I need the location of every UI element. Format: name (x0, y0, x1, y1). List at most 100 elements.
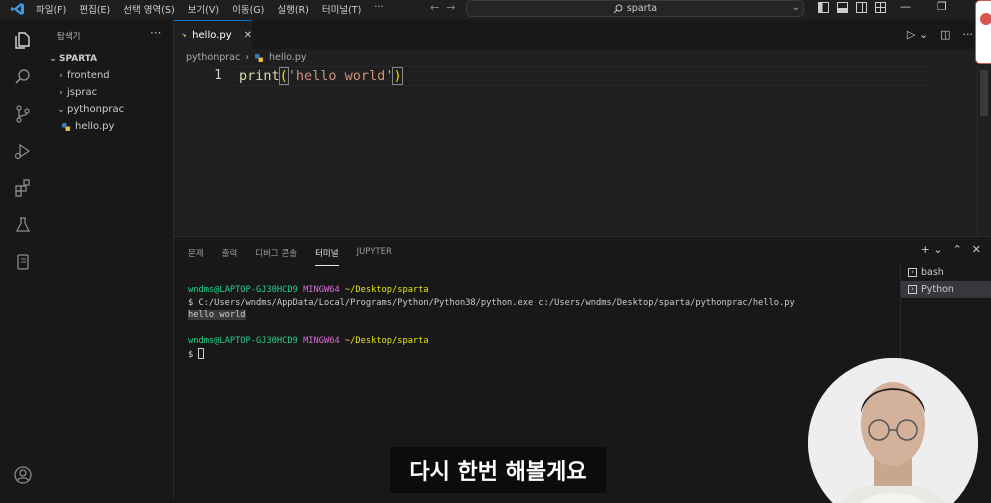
chevron-right-icon: › (245, 52, 250, 63)
tab-hello-py[interactable]: hello.py ✕ (174, 20, 252, 49)
terminal-path: ~/Desktop/sparta (344, 285, 429, 295)
vscode-logo-icon (0, 0, 36, 18)
extensions-icon[interactable] (12, 177, 34, 199)
terminal-item-label: Python (921, 284, 954, 295)
command-center[interactable]: sparta ⌄ (466, 0, 804, 17)
editor-scrollbar[interactable] (977, 66, 991, 236)
jupyter-notebook-icon[interactable] (12, 251, 34, 273)
tree-item-jsprac[interactable]: › jsprac (44, 84, 174, 101)
breadcrumb-folder[interactable]: pythonprac (186, 52, 240, 63)
tree-item-label: pythonprac (67, 104, 125, 115)
back-arrow-icon[interactable]: ← (430, 1, 446, 14)
run-python-icon[interactable]: ▷ ⌄ (907, 28, 928, 41)
tree-item-label: frontend (67, 70, 110, 81)
editor-tab-bar: hello.py ✕ ▷ ⌄ ◫ ··· (174, 20, 991, 49)
tree-item-pythonprac[interactable]: ⌄ pythonprac (44, 101, 174, 118)
code-paren-close: ) (392, 67, 403, 85)
menu-selection[interactable]: 선택 영역(S) (123, 2, 174, 16)
terminal-output[interactable]: wndms@LAPTOP-GJ30HCD9 MINGW64 ~/Desktop/… (188, 284, 795, 361)
maximize-panel-icon[interactable]: ⌃ (953, 243, 962, 256)
terminal-program-output: hello world (188, 310, 246, 321)
menu-terminal[interactable]: 터미널(T) (322, 2, 361, 16)
source-control-icon[interactable] (12, 103, 34, 125)
code-editor[interactable]: 1 print('hello world') (174, 66, 991, 236)
tree-item-label: jsprac (67, 87, 98, 98)
terminal-item-python[interactable]: › Python (901, 281, 991, 298)
window-controls: — ❐ (900, 0, 947, 13)
breadcrumb-file[interactable]: hello.py (269, 52, 306, 63)
minimize-icon[interactable]: — (900, 0, 911, 13)
restore-icon[interactable]: ❐ (937, 0, 947, 13)
line-number: 1 (214, 68, 222, 83)
search-icon (613, 4, 623, 13)
menu-edit[interactable]: 편집(E) (79, 2, 110, 16)
code-string: 'hello world' (287, 68, 394, 84)
menu-more[interactable]: ··· (374, 2, 383, 16)
testing-flask-icon[interactable] (12, 214, 34, 236)
terminal-icon: › (908, 268, 917, 277)
sidebar-bottom (44, 499, 174, 503)
tree-root-sparta[interactable]: ⌄ SPARTA (44, 50, 174, 67)
terminal-prompt-char: $ (188, 349, 194, 360)
tree-root-label: SPARTA (59, 53, 98, 64)
explorer-icon[interactable] (12, 29, 34, 51)
terminal-user: wndms@LAPTOP-GJ30HCD9 (188, 335, 298, 346)
terminal-system: MINGW64 (303, 335, 340, 346)
search-icon[interactable] (12, 66, 34, 88)
explorer-sidebar: 탐색기 ··· ⌄ SPARTA › frontend › jsprac ⌄ p… (44, 20, 174, 503)
layout-controls (818, 2, 886, 13)
run-debug-icon[interactable] (12, 140, 34, 162)
terminal-item-label: bash (921, 267, 944, 278)
panel-actions: + ⌄ ⌃ ✕ (921, 243, 981, 256)
sidebar-title: 탐색기 (57, 32, 81, 42)
toggle-panel-icon[interactable] (837, 2, 848, 13)
split-editor-icon[interactable]: ◫ (940, 28, 950, 41)
menu-view[interactable]: 보기(V) (188, 2, 219, 16)
menu-file[interactable]: 파일(F) (36, 2, 66, 16)
tab-terminal[interactable]: 터미널 (315, 247, 339, 266)
breadcrumb: pythonprac › hello.py (174, 49, 991, 66)
menu-go[interactable]: 이동(G) (232, 2, 264, 16)
chevron-right-icon: › (59, 70, 63, 81)
more-actions-icon[interactable]: ··· (150, 26, 161, 40)
python-file-icon (62, 122, 70, 131)
customize-layout-icon[interactable] (875, 2, 886, 13)
chevron-down-icon[interactable]: ⌄ (792, 2, 800, 13)
code-paren-open: ( (278, 67, 289, 85)
account-icon[interactable] (12, 464, 34, 486)
terminal-cursor (198, 347, 205, 359)
python-file-icon (182, 33, 186, 37)
toggle-secondary-sidebar-icon[interactable] (856, 2, 867, 13)
menu-run[interactable]: 실행(R) (277, 2, 309, 16)
code-line[interactable]: print('hello world') (239, 67, 403, 85)
forward-arrow-icon[interactable]: → (446, 1, 462, 14)
panel-tabs: 문제 출력 디버그 콘솔 터미널 JUPYTER (188, 247, 392, 266)
video-subtitle: 다시 한번 해볼게요 (390, 447, 606, 493)
tree-item-label: hello.py (75, 121, 115, 132)
tab-jupyter[interactable]: JUPYTER (357, 247, 392, 266)
tab-problems[interactable]: 문제 (188, 247, 204, 266)
nav-arrows: ←→ (430, 1, 462, 14)
scrollbar-thumb[interactable] (980, 70, 988, 116)
toggle-sidebar-icon[interactable] (818, 2, 829, 13)
code-function: print (239, 68, 280, 84)
tab-debug-console[interactable]: 디버그 콘솔 (255, 247, 297, 266)
tab-output[interactable]: 출력 (222, 247, 238, 266)
activity-bar (0, 20, 44, 503)
new-terminal-icon[interactable]: + ⌄ (921, 243, 943, 256)
tab-label: hello.py (192, 29, 232, 41)
terminal-command: $ C:/Users/wndms/AppData/Local/Programs/… (188, 297, 795, 308)
notification-popup[interactable] (975, 0, 991, 64)
more-actions-icon[interactable]: ··· (963, 28, 974, 41)
terminal-line: wndms@LAPTOP-GJ30HCD9 MINGW64 ~/Desktop/… (188, 335, 795, 348)
terminal-item-bash[interactable]: › bash (901, 264, 991, 281)
close-tab-icon[interactable]: ✕ (244, 30, 252, 41)
chevron-down-icon: ⌄ (57, 104, 65, 115)
close-panel-icon[interactable]: ✕ (972, 243, 981, 256)
tree-item-hello-py[interactable]: hello.py (44, 118, 174, 135)
terminal-icon: › (908, 285, 917, 294)
menu-bar: 파일(F) 편집(E) 선택 영역(S) 보기(V) 이동(G) 실행(R) 터… (36, 2, 383, 16)
title-bar: 파일(F) 편집(E) 선택 영역(S) 보기(V) 이동(G) 실행(R) 터… (0, 0, 991, 18)
tree-item-frontend[interactable]: › frontend (44, 67, 174, 84)
file-tree: ⌄ SPARTA › frontend › jsprac ⌄ pythonpra… (44, 50, 174, 135)
